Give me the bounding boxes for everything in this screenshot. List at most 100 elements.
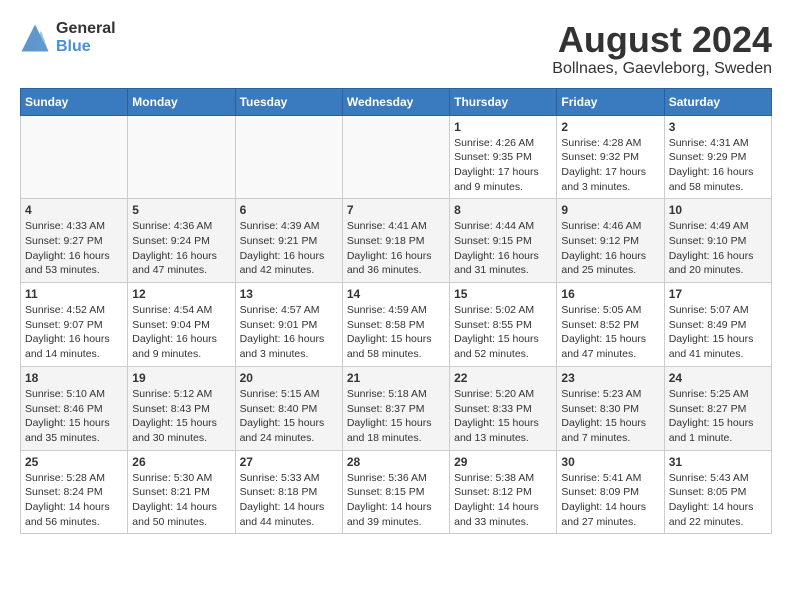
calendar-cell: 3 Sunrise: 4:31 AMSunset: 9:29 PMDaylight… — [664, 115, 771, 199]
day-number: 16 — [561, 287, 659, 301]
logo-icon — [20, 23, 50, 53]
day-info: Sunrise: 5:33 AMSunset: 8:18 PMDaylight:… — [240, 471, 338, 530]
day-info: Sunrise: 4:59 AMSunset: 8:58 PMDaylight:… — [347, 303, 445, 362]
day-info: Sunrise: 4:26 AMSunset: 9:35 PMDaylight:… — [454, 136, 552, 195]
calendar-cell: 31Sunrise: 5:43 AMSunset: 8:05 PMDayligh… — [664, 450, 771, 534]
calendar-cell: 27Sunrise: 5:33 AMSunset: 8:18 PMDayligh… — [235, 450, 342, 534]
day-info: Sunrise: 4:33 AMSunset: 9:27 PMDaylight:… — [25, 219, 123, 278]
day-info: Sunrise: 4:41 AMSunset: 9:18 PMDaylight:… — [347, 219, 445, 278]
day-number: 4 — [25, 203, 123, 217]
day-number: 6 — [240, 203, 338, 217]
day-number: 24 — [669, 371, 767, 385]
calendar-cell: 9 Sunrise: 4:46 AMSunset: 9:12 PMDaylight… — [557, 199, 664, 283]
calendar-week-row: 1 Sunrise: 4:26 AMSunset: 9:35 PMDaylight… — [21, 115, 772, 199]
calendar-cell: 19 Sunrise: 5:12 AMSunset: 8:43 PMDayligh… — [128, 366, 235, 450]
calendar-cell: 20Sunrise: 5:15 AMSunset: 8:40 PMDayligh… — [235, 366, 342, 450]
day-number: 20 — [240, 371, 338, 385]
day-info: Sunrise: 4:28 AMSunset: 9:32 PMDaylight:… — [561, 136, 659, 195]
day-number: 1 — [454, 120, 552, 134]
logo-text: General Blue — [56, 20, 116, 55]
calendar-cell: 5 Sunrise: 4:36 AMSunset: 9:24 PMDaylight… — [128, 199, 235, 283]
day-info: Sunrise: 4:31 AMSunset: 9:29 PMDaylight:… — [669, 136, 767, 195]
calendar-cell — [128, 115, 235, 199]
calendar-cell: 12 Sunrise: 4:54 AMSunset: 9:04 PMDayligh… — [128, 283, 235, 367]
calendar-cell: 2 Sunrise: 4:28 AMSunset: 9:32 PMDaylight… — [557, 115, 664, 199]
day-number: 13 — [240, 287, 338, 301]
col-header-monday: Monday — [128, 88, 235, 115]
calendar-cell: 26Sunrise: 5:30 AMSunset: 8:21 PMDayligh… — [128, 450, 235, 534]
day-info: Sunrise: 4:57 AMSunset: 9:01 PMDaylight:… — [240, 303, 338, 362]
calendar-cell: 14 Sunrise: 4:59 AMSunset: 8:58 PMDayligh… — [342, 283, 449, 367]
day-info: Sunrise: 5:38 AMSunset: 8:12 PMDaylight:… — [454, 471, 552, 530]
day-info: Sunrise: 5:10 AMSunset: 8:46 PMDaylight:… — [25, 387, 123, 446]
calendar-cell: 8 Sunrise: 4:44 AMSunset: 9:15 PMDaylight… — [450, 199, 557, 283]
day-number: 14 — [347, 287, 445, 301]
day-info: Sunrise: 4:39 AMSunset: 9:21 PMDaylight:… — [240, 219, 338, 278]
day-number: 28 — [347, 455, 445, 469]
day-number: 19 — [132, 371, 230, 385]
day-info: Sunrise: 5:28 AMSunset: 8:24 PMDaylight:… — [25, 471, 123, 530]
day-info: Sunrise: 5:25 AMSunset: 8:27 PMDaylight:… — [669, 387, 767, 446]
calendar-week-row: 25 Sunrise: 5:28 AMSunset: 8:24 PMDayligh… — [21, 450, 772, 534]
col-header-wednesday: Wednesday — [342, 88, 449, 115]
day-number: 17 — [669, 287, 767, 301]
day-info: Sunrise: 5:07 AMSunset: 8:49 PMDaylight:… — [669, 303, 767, 362]
calendar-header-row: SundayMondayTuesdayWednesdayThursdayFrid… — [21, 88, 772, 115]
title-area: August 2024 Bollnaes, Gaevleborg, Sweden — [552, 20, 772, 78]
day-number: 18 — [25, 371, 123, 385]
day-info: Sunrise: 4:54 AMSunset: 9:04 PMDaylight:… — [132, 303, 230, 362]
logo: General Blue — [20, 20, 116, 55]
calendar: SundayMondayTuesdayWednesdayThursdayFrid… — [20, 88, 772, 535]
day-info: Sunrise: 4:49 AMSunset: 9:10 PMDaylight:… — [669, 219, 767, 278]
header: General Blue August 2024 Bollnaes, Gaevl… — [20, 20, 772, 78]
calendar-cell: 4 Sunrise: 4:33 AMSunset: 9:27 PMDaylight… — [21, 199, 128, 283]
day-info: Sunrise: 5:18 AMSunset: 8:37 PMDaylight:… — [347, 387, 445, 446]
col-header-tuesday: Tuesday — [235, 88, 342, 115]
day-info: Sunrise: 5:12 AMSunset: 8:43 PMDaylight:… — [132, 387, 230, 446]
day-number: 2 — [561, 120, 659, 134]
day-number: 10 — [669, 203, 767, 217]
calendar-cell: 29Sunrise: 5:38 AMSunset: 8:12 PMDayligh… — [450, 450, 557, 534]
day-number: 8 — [454, 203, 552, 217]
calendar-cell: 21Sunrise: 5:18 AMSunset: 8:37 PMDayligh… — [342, 366, 449, 450]
calendar-cell: 25 Sunrise: 5:28 AMSunset: 8:24 PMDayligh… — [21, 450, 128, 534]
calendar-cell: 17 Sunrise: 5:07 AMSunset: 8:49 PMDayligh… — [664, 283, 771, 367]
day-info: Sunrise: 5:20 AMSunset: 8:33 PMDaylight:… — [454, 387, 552, 446]
day-number: 5 — [132, 203, 230, 217]
calendar-cell: 11Sunrise: 4:52 AMSunset: 9:07 PMDayligh… — [21, 283, 128, 367]
calendar-cell: 23 Sunrise: 5:23 AMSunset: 8:30 PMDayligh… — [557, 366, 664, 450]
day-info: Sunrise: 5:02 AMSunset: 8:55 PMDaylight:… — [454, 303, 552, 362]
day-info: Sunrise: 4:36 AMSunset: 9:24 PMDaylight:… — [132, 219, 230, 278]
logo-line2: Blue — [56, 38, 116, 56]
day-number: 22 — [454, 371, 552, 385]
calendar-cell: 6 Sunrise: 4:39 AMSunset: 9:21 PMDaylight… — [235, 199, 342, 283]
page-subtitle: Bollnaes, Gaevleborg, Sweden — [552, 60, 772, 78]
day-number: 12 — [132, 287, 230, 301]
day-info: Sunrise: 5:23 AMSunset: 8:30 PMDaylight:… — [561, 387, 659, 446]
calendar-cell: 24 Sunrise: 5:25 AMSunset: 8:27 PMDayligh… — [664, 366, 771, 450]
logo-line1: General — [56, 20, 116, 38]
col-header-saturday: Saturday — [664, 88, 771, 115]
calendar-cell: 1 Sunrise: 4:26 AMSunset: 9:35 PMDaylight… — [450, 115, 557, 199]
calendar-cell — [21, 115, 128, 199]
day-info: Sunrise: 4:46 AMSunset: 9:12 PMDaylight:… — [561, 219, 659, 278]
day-number: 3 — [669, 120, 767, 134]
day-number: 30 — [561, 455, 659, 469]
calendar-cell: 16 Sunrise: 5:05 AMSunset: 8:52 PMDayligh… — [557, 283, 664, 367]
day-info: Sunrise: 4:52 AMSunset: 9:07 PMDaylight:… — [25, 303, 123, 362]
calendar-cell: 13 Sunrise: 4:57 AMSunset: 9:01 PMDayligh… — [235, 283, 342, 367]
day-info: Sunrise: 5:05 AMSunset: 8:52 PMDaylight:… — [561, 303, 659, 362]
calendar-cell: 10 Sunrise: 4:49 AMSunset: 9:10 PMDayligh… — [664, 199, 771, 283]
calendar-cell — [342, 115, 449, 199]
calendar-week-row: 11Sunrise: 4:52 AMSunset: 9:07 PMDayligh… — [21, 283, 772, 367]
calendar-cell: 22 Sunrise: 5:20 AMSunset: 8:33 PMDayligh… — [450, 366, 557, 450]
calendar-cell: 7Sunrise: 4:41 AMSunset: 9:18 PMDaylight… — [342, 199, 449, 283]
day-number: 9 — [561, 203, 659, 217]
calendar-cell: 18 Sunrise: 5:10 AMSunset: 8:46 PMDayligh… — [21, 366, 128, 450]
day-info: Sunrise: 4:44 AMSunset: 9:15 PMDaylight:… — [454, 219, 552, 278]
day-number: 23 — [561, 371, 659, 385]
day-number: 25 — [25, 455, 123, 469]
calendar-week-row: 4 Sunrise: 4:33 AMSunset: 9:27 PMDaylight… — [21, 199, 772, 283]
col-header-friday: Friday — [557, 88, 664, 115]
calendar-cell: 28Sunrise: 5:36 AMSunset: 8:15 PMDayligh… — [342, 450, 449, 534]
